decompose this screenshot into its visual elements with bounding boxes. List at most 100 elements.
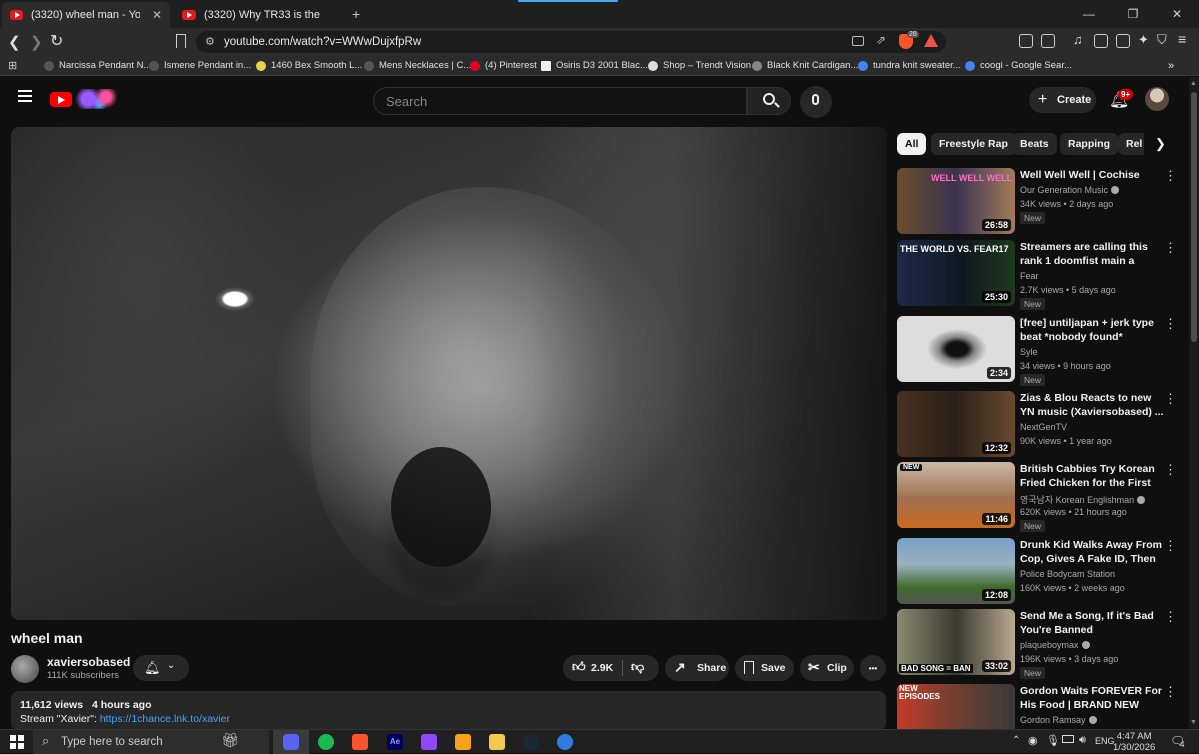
app-icon[interactable]	[557, 734, 573, 750]
bookmark-icon[interactable]	[176, 34, 186, 48]
save-button[interactable]: Save	[735, 655, 794, 681]
share-icon[interactable]: ⇗	[876, 33, 886, 47]
leo-ai-icon[interactable]: ✦	[1138, 32, 1149, 48]
create-button[interactable]: + Create	[1029, 87, 1096, 113]
windows-start-icon[interactable]	[10, 735, 24, 749]
brave-icon[interactable]	[352, 734, 368, 750]
chip-related[interactable]: Rel	[1118, 133, 1144, 155]
twitch-icon[interactable]	[421, 734, 437, 750]
channel-name[interactable]: xaviersobased	[47, 655, 130, 669]
bookmark-item[interactable]: Black Knit Cardigan...	[752, 60, 858, 71]
vpn-shield-icon[interactable]: ⛉	[1157, 32, 1167, 48]
maximize-button[interactable]: ❐	[1111, 7, 1155, 21]
recommendation-item[interactable]: WELL WELL WELL 26:58 Well Well Well | Co…	[897, 168, 1183, 236]
more-vert-icon[interactable]: ⋮	[1164, 240, 1177, 256]
channel-avatar[interactable]	[11, 655, 39, 683]
microphone-tray-icon[interactable]: 🎙︎	[1046, 734, 1060, 747]
bookmark-item[interactable]: coogi - Google Sear...	[965, 60, 1072, 71]
scroll-down-arrow-icon[interactable]: ▼	[1190, 719, 1197, 726]
system-clock[interactable]: 4:47 AM 1/30/2026	[1113, 731, 1155, 753]
address-bar[interactable]: ⚙ youtube.com/watch?v=WWwDujxfpRw ⇗ 28	[196, 31, 946, 53]
media-controls-icon[interactable]: ♫	[1073, 32, 1083, 47]
recommendation-item[interactable]: BAD SONG = BAN 33:02 Send Me a Song, If …	[897, 609, 1183, 679]
close-tab-icon[interactable]: ✕	[152, 8, 162, 22]
chip-rapping[interactable]: Rapping	[1060, 133, 1118, 155]
reload-icon[interactable]: ↻	[50, 31, 63, 51]
more-vert-icon[interactable]: ⋮	[1164, 462, 1177, 478]
more-vert-icon[interactable]: ⋮	[1164, 684, 1177, 700]
file-explorer-icon[interactable]	[489, 734, 505, 750]
video-thumbnail[interactable]: WELL WELL WELL 26:58	[897, 168, 1015, 234]
sidebar-toggle-icon[interactable]	[1094, 34, 1108, 48]
voice-search-button[interactable]	[800, 86, 832, 118]
doodle-logo-icon[interactable]	[75, 89, 119, 109]
close-window-button[interactable]: ✕	[1155, 7, 1199, 21]
bookmark-item[interactable]: Osiris D3 2001 Blac...	[541, 60, 648, 71]
new-tab-button[interactable]: +	[352, 6, 360, 22]
bookmark-item[interactable]: Ismene Pendant in...	[149, 60, 251, 71]
chip-all[interactable]: All	[897, 133, 927, 155]
forward-arrow-icon[interactable]: ❯	[30, 33, 43, 51]
spotify-icon[interactable]	[318, 734, 334, 750]
search-input[interactable]: Search	[373, 87, 747, 115]
more-vert-icon[interactable]: ⋮	[1164, 391, 1177, 407]
bookmark-item[interactable]: Narcissa Pendant N...	[44, 60, 151, 71]
tray-overflow-icon[interactable]: ⌃	[1012, 735, 1020, 746]
more-vert-icon[interactable]: ⋮	[1164, 609, 1177, 625]
volume-icon[interactable]: 🔊︎	[1079, 734, 1086, 747]
recommendation-item[interactable]: 12:32 Zias & Blou Reacts to new YN music…	[897, 391, 1183, 459]
browser-tab-active[interactable]: (3320) wheel man - YouTube ✕	[2, 2, 170, 28]
video-player[interactable]	[11, 127, 887, 620]
description-link[interactable]: https://1chance.lnk.to/xavier	[100, 713, 230, 725]
cast-icon[interactable]	[852, 36, 864, 46]
share-button[interactable]: ↗ Share	[665, 655, 729, 681]
recommendation-item[interactable]: THE WORLD VS. FEAR17 25:30 Streamers are…	[897, 240, 1183, 310]
input-language[interactable]: ENG	[1095, 736, 1115, 746]
steam-icon[interactable]	[523, 734, 539, 750]
recommendation-item[interactable]: 12:08 Drunk Kid Walks Away From Cop, Giv…	[897, 538, 1183, 606]
back-arrow-icon[interactable]: ❮	[8, 33, 21, 51]
fl-studio-icon[interactable]	[455, 734, 471, 750]
account-avatar[interactable]	[1145, 87, 1169, 111]
subscription-bell-button[interactable]: 🔔︎ ⌄	[133, 655, 189, 681]
reader-mode-icon[interactable]	[1041, 34, 1055, 48]
bookmark-item[interactable]: 1460 Bex Smooth L...	[256, 60, 362, 71]
recommendation-item[interactable]: NEW EPISODES Gordon Waits FOREVER For Hi…	[897, 684, 1183, 729]
video-thumbnail[interactable]: NEW 11:46	[897, 462, 1015, 528]
recommendation-item[interactable]: 2:34 [free] untiljapan + jerk type beat …	[897, 316, 1183, 386]
more-vert-icon[interactable]: ⋮	[1164, 168, 1177, 184]
chip-freestyle-rap[interactable]: Freestyle Rap	[931, 133, 1016, 155]
youtube-logo-icon[interactable]	[50, 92, 72, 107]
video-thumbnail[interactable]: 12:08	[897, 538, 1015, 604]
minimize-button[interactable]: —	[1067, 7, 1111, 21]
page-scrollbar-thumb[interactable]	[1191, 92, 1197, 342]
site-settings-icon[interactable]: ⚙	[205, 35, 215, 48]
bookmark-item[interactable]: Shop – Trendt Vision	[648, 60, 751, 71]
chip-beats[interactable]: Beats	[1012, 133, 1057, 155]
recommendation-item[interactable]: NEW 11:46 British Cabbies Try Korean Fri…	[897, 462, 1183, 532]
browser-tab[interactable]: (3320) Why TR33 is the CRAZIEST Pr...	[174, 2, 342, 28]
brave-rewards-icon[interactable]	[924, 34, 938, 47]
more-vert-icon[interactable]: ⋮	[1164, 538, 1177, 554]
scroll-up-arrow-icon[interactable]: ▲	[1190, 80, 1197, 87]
search-button[interactable]	[747, 87, 791, 115]
like-count[interactable]: 2.9K	[591, 662, 613, 674]
bookmark-item[interactable]: tundra knit sweater...	[858, 60, 961, 71]
video-description[interactable]: 11,612 views 4 hours ago Stream "Xavier"…	[11, 691, 886, 731]
chips-next-chevron-icon[interactable]: ❯	[1155, 136, 1166, 152]
apps-grid-icon[interactable]: ⊞	[8, 59, 17, 72]
bookmarks-overflow-button[interactable]: »	[1168, 60, 1174, 72]
gift-icon[interactable]: 🎁︎	[221, 732, 239, 749]
after-effects-icon[interactable]: Ae	[387, 734, 403, 750]
clip-button[interactable]: ✂ Clip	[800, 655, 854, 681]
extensions-icon[interactable]	[1019, 34, 1033, 48]
thumbs-up-icon[interactable]: 👍︎	[572, 659, 586, 675]
hamburger-menu-icon[interactable]	[18, 90, 32, 92]
video-thumbnail[interactable]: 2:34	[897, 316, 1015, 382]
battery-icon[interactable]	[1062, 735, 1074, 743]
menu-icon[interactable]: ≡	[1178, 31, 1186, 47]
wallet-icon[interactable]	[1116, 34, 1130, 48]
video-thumbnail[interactable]: BAD SONG = BAN 33:02	[897, 609, 1015, 675]
tray-app-icon[interactable]: ◉	[1028, 734, 1038, 747]
bookmark-item[interactable]: Mens Necklaces | C...	[364, 60, 471, 71]
